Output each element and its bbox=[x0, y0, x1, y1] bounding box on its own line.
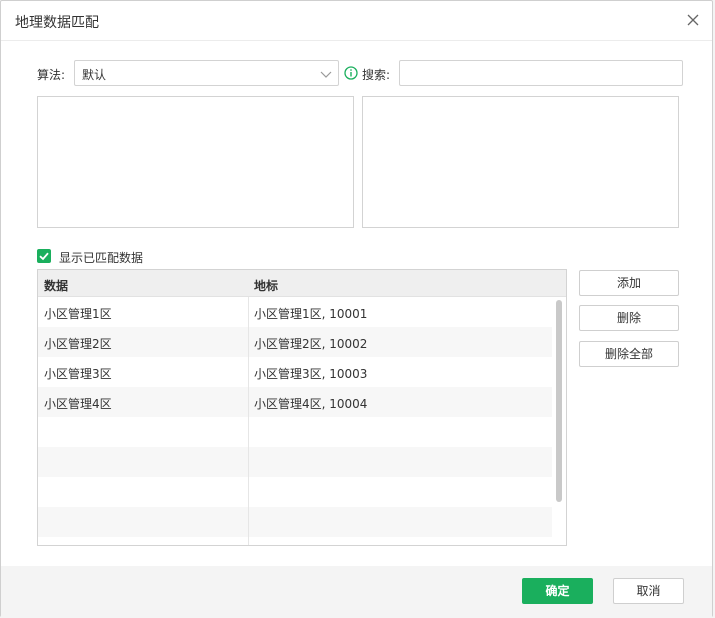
cell-landmark: 小区管理3区, 10003 bbox=[254, 367, 368, 381]
cancel-button[interactable]: 取消 bbox=[613, 578, 684, 604]
algorithm-select[interactable]: 默认 bbox=[74, 60, 339, 86]
close-icon[interactable] bbox=[686, 13, 700, 27]
cell-data: 小区管理3区 bbox=[44, 367, 112, 381]
table-row[interactable]: 小区管理1区 小区管理1区, 10001 bbox=[38, 297, 552, 327]
info-icon[interactable] bbox=[344, 66, 358, 80]
cell-data: 小区管理4区 bbox=[44, 397, 112, 411]
cell-landmark: 小区管理1区, 10001 bbox=[254, 307, 368, 321]
matched-data-table: 数据 地标 小区管理1区 小区管理1区, 10001 小区管理2区 小区管理2区… bbox=[37, 269, 567, 546]
dialog-footer bbox=[1, 566, 712, 618]
table-header: 数据 地标 bbox=[38, 270, 566, 297]
column-header-landmark: 地标 bbox=[254, 279, 279, 293]
table-row[interactable]: 小区管理4区 小区管理4区, 10004 bbox=[38, 387, 552, 417]
cell-landmark: 小区管理4区, 10004 bbox=[254, 397, 368, 411]
search-input[interactable] bbox=[399, 60, 683, 86]
ok-button[interactable]: 确定 bbox=[522, 578, 593, 604]
delete-button[interactable]: 删除 bbox=[579, 305, 679, 331]
cell-landmark: 小区管理2区, 10002 bbox=[254, 337, 368, 351]
show-matched-checkbox[interactable] bbox=[37, 249, 51, 263]
empty-row bbox=[38, 477, 552, 507]
table-row[interactable]: 小区管理2区 小区管理2区, 10002 bbox=[38, 327, 552, 357]
chevron-down-icon bbox=[320, 68, 332, 78]
empty-row bbox=[38, 507, 552, 537]
geo-data-match-dialog: 地理数据匹配 算法: 默认 搜索: 显示已匹配数据 数据 地标 小区管理1区 小… bbox=[0, 0, 713, 618]
empty-row bbox=[38, 447, 552, 477]
delete-all-button[interactable]: 删除全部 bbox=[579, 341, 679, 367]
algorithm-label: 算法: bbox=[37, 68, 66, 82]
show-matched-label: 显示已匹配数据 bbox=[59, 251, 144, 265]
source-data-list[interactable] bbox=[37, 96, 354, 228]
algorithm-selected-value: 默认 bbox=[82, 68, 107, 82]
dialog-header: 地理数据匹配 bbox=[1, 1, 712, 41]
scrollbar-thumb[interactable] bbox=[556, 300, 562, 502]
empty-row bbox=[38, 417, 552, 447]
dialog-title: 地理数据匹配 bbox=[15, 15, 99, 31]
cell-data: 小区管理1区 bbox=[44, 307, 112, 321]
cell-data: 小区管理2区 bbox=[44, 337, 112, 351]
landmark-list[interactable] bbox=[362, 96, 679, 228]
search-label: 搜索: bbox=[362, 68, 391, 82]
column-divider bbox=[248, 297, 249, 545]
table-row[interactable]: 小区管理3区 小区管理3区, 10003 bbox=[38, 357, 552, 387]
add-button[interactable]: 添加 bbox=[579, 270, 679, 296]
column-header-data: 数据 bbox=[44, 279, 69, 293]
